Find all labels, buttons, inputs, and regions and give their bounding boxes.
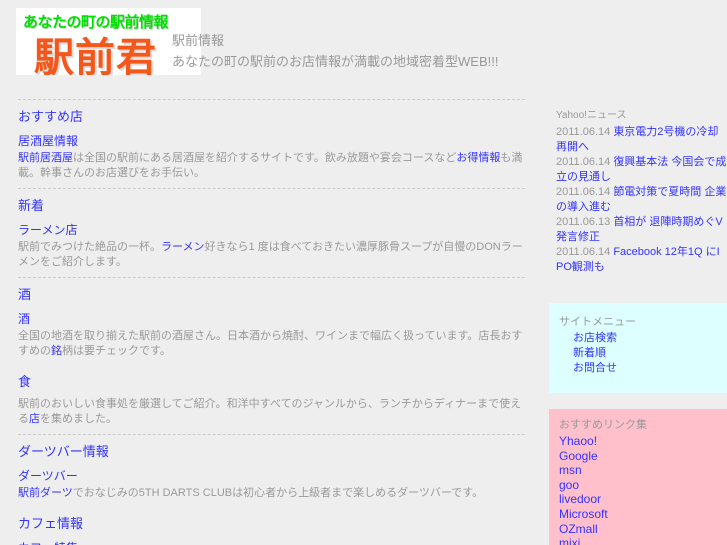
news-panel: Yahoo!ニュース 2011.06.14 東京電力2号機の冷却再開へ 2011.…: [549, 92, 727, 281]
body-text: 駅前でみつけた絶品の一杯。: [18, 241, 161, 253]
site-menu-list: お店検索 新着順 お問合せ: [559, 331, 727, 376]
body-text: は初心者から上級者まで楽しめるダーツバーです。: [232, 487, 484, 499]
section-title-link[interactable]: ダーツバー情報: [18, 442, 528, 462]
logo-title-text: 駅前君: [34, 36, 157, 75]
body-text: でおなじみの: [72, 487, 139, 499]
link-collection-heading: おすすめリンク集: [559, 419, 647, 431]
section-body: 駅前ダーツでおなじみの5TH DARTS CLUBは初心者から上級者まで楽しめる…: [18, 486, 525, 501]
external-link[interactable]: Microsoft: [559, 507, 727, 522]
section-body: 駅前でみつけた絶品の一杯。ラーメン好きなら1 度は食べておきたい濃厚豚骨スープが…: [18, 240, 525, 270]
page-root: あなたの町の駅前情報 駅前君 駅前情報 あなたの町の駅前のお店情報が満載の地域密…: [0, 0, 727, 545]
news-item[interactable]: 2011.06.13 首相が 退陣時期めぐV発言修正: [556, 215, 727, 245]
content-section: 食駅前のおいしい食事処を厳選してご紹介。和洋中すべてのジャンルから、ランチからデ…: [18, 372, 528, 427]
inline-link[interactable]: 店: [29, 413, 40, 425]
external-link[interactable]: Yhaoo!: [559, 434, 727, 449]
external-link[interactable]: Google: [559, 449, 727, 464]
inline-link[interactable]: 銘: [51, 345, 62, 357]
external-link[interactable]: OZmall: [559, 522, 727, 537]
site-menu-link[interactable]: お店検索: [573, 331, 727, 346]
news-item[interactable]: 2011.06.14 節電対策で夏時間 企業の導入進む: [556, 185, 727, 215]
external-link[interactable]: mixi: [559, 536, 727, 545]
section-subtitle-link[interactable]: 居酒屋情報: [18, 132, 528, 150]
news-date: 2011.06.14: [556, 156, 611, 168]
inline-link[interactable]: 駅前居酒屋: [18, 152, 73, 164]
section-body: 全国の地酒を取り揃えた駅前の酒屋さん。日本酒から焼酎、ワインまで幅広く扱っていま…: [18, 329, 525, 359]
header-tagline-line1: 駅前情報: [172, 33, 225, 48]
section-title-link[interactable]: おすすめ店: [18, 107, 528, 127]
news-date: 2011.06.13: [556, 216, 611, 228]
section-body: 駅前のおいしい食事処を厳選してご紹介。和洋中すべてのジャンルから、ランチからディ…: [18, 397, 525, 427]
section-title-link[interactable]: 酒: [18, 285, 528, 305]
inline-link[interactable]: 駅前ダーツ: [18, 487, 73, 499]
header-tagline-line2: あなたの町の駅前のお店情報が満載の地域密着型WEB!!!: [172, 54, 499, 69]
news-item[interactable]: 2011.06.14 復興基本法 今国会で成立の見通し: [556, 155, 727, 185]
body-text: 柄は要チェックです。: [62, 345, 171, 357]
section-body: 駅前居酒屋は全国の駅前にある居酒屋を紹介するサイトです。飲み放題や宴会コースなど…: [18, 151, 525, 181]
news-item[interactable]: 2011.06.14 Facebook 12年1Q にIPO観測も: [556, 245, 727, 275]
body-text: 5TH DARTS CLUB: [138, 487, 233, 499]
link-collection-panel: おすすめリンク集 Yhaoo! Google msn goo livedoor Micro…: [549, 409, 727, 545]
news-date: 2011.06.14: [556, 126, 611, 138]
content-section: おすすめ店 居酒屋情報 駅前居酒屋は全国の駅前にある居酒屋を紹介するサイトです。飲み…: [18, 107, 528, 181]
site-menu-link[interactable]: 新着順: [573, 346, 727, 361]
section-subtitle-link[interactable]: 酒: [18, 310, 528, 328]
section-title-link[interactable]: 新着: [18, 196, 528, 216]
section-divider: [18, 277, 525, 278]
section-subtitle-link[interactable]: ラーメン店: [18, 221, 528, 239]
section-divider: [18, 434, 525, 435]
news-panel-heading: Yahoo!ニュース: [556, 110, 627, 121]
news-date: 2011.06.14: [556, 246, 611, 258]
external-link[interactable]: goo: [559, 478, 727, 493]
header-tagline: 駅前情報 あなたの町の駅前のお店情報が満載の地域密着型WEB!!!: [172, 30, 498, 72]
content-section: カフェ情報カフェ特集駅前カフェは各駅からすぐのカフェ特集 こだわりの自家焙煎コー…: [18, 514, 528, 545]
content-section: 新着ラーメン店 駅前でみつけた絶品の一杯。ラーメン好きなら1 度は食べておきたい濃…: [18, 196, 528, 270]
section-divider: [18, 188, 525, 189]
site-menu-link[interactable]: お問合せ: [573, 361, 727, 376]
section-title-link[interactable]: 食: [18, 372, 528, 392]
content-section: ダーツバー情報 ダーツバー 駅前ダーツでおなじみの5TH DARTS CLUBは初心…: [18, 442, 528, 501]
news-date: 2011.06.14: [556, 186, 611, 198]
section-title-link[interactable]: カフェ情報: [18, 514, 528, 534]
section-subtitle-link[interactable]: ダーツバー: [18, 467, 528, 485]
link-collection-list: Yhaoo! Google msn goo livedoor Microsoft OZmal…: [559, 434, 727, 545]
inline-link[interactable]: お得情報: [456, 152, 500, 164]
main-content: おすすめ店 居酒屋情報 駅前居酒屋は全国の駅前にある居酒屋を紹介するサイトです。飲み…: [0, 92, 528, 545]
external-link[interactable]: livedoor: [559, 492, 727, 507]
site-menu-heading: サイトメニュー: [559, 316, 636, 328]
site-menu-panel: サイトメニュー お店検索 新着順 お問合せ: [549, 303, 727, 393]
right-sidebar: Yahoo!ニュース 2011.06.14 東京電力2号機の冷却再開へ 2011.…: [549, 92, 727, 545]
external-link[interactable]: msn: [559, 463, 727, 478]
section-divider: [18, 99, 525, 100]
body-text: は全国の駅前にある居酒屋を紹介するサイトです。飲み放題や宴会コースなど: [73, 152, 457, 164]
section-subtitle-link[interactable]: カフェ特集: [18, 539, 528, 545]
site-header: あなたの町の駅前情報 駅前君 駅前情報 あなたの町の駅前のお店情報が満載の地域密…: [0, 0, 727, 92]
inline-link[interactable]: ラーメン: [161, 241, 205, 253]
content-section: 酒酒全国の地酒を取り揃えた駅前の酒屋さん。日本酒から焼酎、ワインまで幅広く扱って…: [18, 285, 528, 359]
body-text: を集めました。: [40, 413, 117, 425]
news-item[interactable]: 2011.06.14 東京電力2号機の冷却再開へ: [556, 125, 727, 155]
news-list: 2011.06.14 東京電力2号機の冷却再開へ 2011.06.14 復興基本法…: [556, 125, 727, 275]
